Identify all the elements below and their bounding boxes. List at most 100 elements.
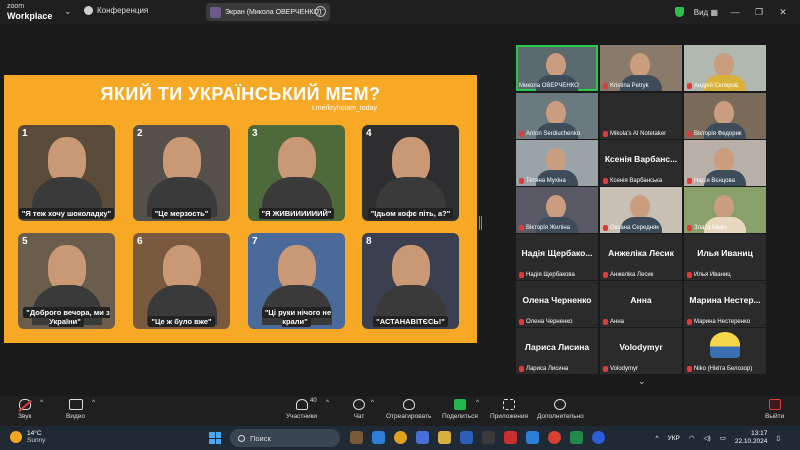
audio-options-caret[interactable]: ^	[40, 399, 43, 406]
minimize-button[interactable]: —	[728, 7, 742, 17]
mic-muted-icon	[519, 272, 524, 278]
taskbar-app-icon[interactable]	[482, 431, 495, 444]
participant-name-row: Надія Щербакова	[519, 272, 575, 278]
apps-button[interactable]: Приложения	[490, 399, 528, 420]
participant-tile[interactable]: Олена Черненко Олена Черненко	[516, 281, 598, 327]
leave-icon	[768, 399, 781, 410]
participant-tile[interactable]: Niko (Нікіта Белозор)	[684, 328, 766, 374]
participant-tile[interactable]: Anton Serdiuchenko	[516, 93, 598, 139]
participant-tile[interactable]: Вікторія Федорик	[684, 93, 766, 139]
splitter-handle[interactable]	[479, 216, 482, 230]
taskbar-app-icon[interactable]	[350, 431, 363, 444]
meeting-info-button[interactable]: Конференция	[84, 6, 148, 15]
participant-tile[interactable]: Вікторія Жиліна	[516, 187, 598, 233]
chat-options-caret[interactable]: ^	[371, 399, 374, 406]
participant-tile[interactable]: Илья Иваниц Илья Иваниц	[684, 234, 766, 280]
meme-caption: "Я ЖИВИИИИИИЙ"	[248, 208, 345, 219]
more-button[interactable]: Дополнительно	[537, 399, 584, 420]
participant-tile[interactable]: Надія Щербако... Надія Щербакова	[516, 234, 598, 280]
leave-button[interactable]: Выйти	[765, 399, 784, 420]
word-icon[interactable]	[460, 431, 473, 444]
meme-number: 1	[22, 128, 28, 139]
weather-widget[interactable]: 14°C Sunny	[10, 430, 45, 444]
notifications-icon[interactable]: ▯	[776, 434, 780, 442]
participant-name: Надія Вєнцова	[694, 178, 735, 184]
screen-share-indicator[interactable]: Экран (Микола ОВЕРЧЕНКО) ⋯	[206, 3, 330, 21]
mic-muted-icon	[687, 178, 692, 184]
close-button[interactable]: ✕	[776, 7, 790, 18]
meeting-toolbar: Звук ^ Видео ^ Участники 40 ^ Чат ^ Отре…	[0, 396, 800, 426]
excel-icon[interactable]	[570, 431, 583, 444]
meme-caption: "Це мерзость"	[133, 208, 230, 219]
audio-label: Звук	[18, 413, 32, 420]
pdf-icon[interactable]	[504, 431, 517, 444]
mic-muted-icon	[687, 225, 692, 231]
participant-tile[interactable]: Mikola's AI Notetaker	[600, 93, 682, 139]
meme-caption: "Це ж було вже"	[133, 316, 230, 327]
react-button[interactable]: Отреагировать	[386, 399, 431, 420]
video-options-caret[interactable]: ^	[92, 399, 95, 406]
view-button[interactable]: Вид ▦	[694, 8, 718, 17]
chrome-icon[interactable]	[548, 431, 561, 444]
video-label: Видео	[66, 413, 85, 420]
taskbar-app-icon[interactable]	[372, 431, 385, 444]
restore-button[interactable]: ❐	[752, 7, 766, 18]
taskbar-search[interactable]: Поиск	[230, 429, 340, 447]
video-button[interactable]: Видео	[66, 399, 85, 420]
tray-expand-icon[interactable]: ^	[656, 435, 659, 442]
meme-caption: "Ці руки нічого не крали"	[248, 307, 345, 327]
chat-button[interactable]: Чат	[353, 399, 365, 420]
meme-card: 7 "Ці руки нічого не крали"	[248, 233, 345, 329]
participant-tile[interactable]: Оксана Середняк	[600, 187, 682, 233]
participant-name: Mikola's AI Notetaker	[610, 131, 667, 137]
presenter-avatar	[210, 6, 221, 18]
participant-display-name: Лариса Лисина	[524, 342, 590, 352]
participant-tile[interactable]: Злата Мініч	[684, 187, 766, 233]
participant-tile[interactable]: Лариса Лисина Лариса Лисина	[516, 328, 598, 374]
participant-tile[interactable]: Марина Нестер... Марина Нестеренко	[684, 281, 766, 327]
participants-options-caret[interactable]: ^	[326, 399, 329, 406]
audio-button[interactable]: Звук	[18, 399, 31, 420]
taskbar-app-icon[interactable]	[416, 431, 429, 444]
meme-caption-text: "Ці руки нічого не крали"	[261, 307, 332, 327]
start-button[interactable]	[209, 432, 221, 444]
more-options-icon[interactable]: ⋯	[315, 6, 326, 17]
participant-display-name: Анжеліка Лесик	[608, 248, 674, 258]
search-placeholder: Поиск	[250, 433, 271, 443]
file-explorer-icon[interactable]	[438, 431, 451, 444]
chevron-down-icon[interactable]: ⌄	[64, 6, 72, 17]
participants-count: 40	[310, 398, 317, 404]
participant-video	[714, 195, 734, 219]
meme-card: 6 "Це ж було вже"	[133, 233, 230, 329]
participant-tile[interactable]: Volodymyr Volodymyr	[600, 328, 682, 374]
participant-tile[interactable]: Ксенія Варбанс... Ксенія Варбанська	[600, 140, 682, 186]
chrome-icon[interactable]	[394, 431, 407, 444]
taskbar-app-icon[interactable]	[526, 431, 539, 444]
zoom-window: zoom Workplace ⌄ Конференция Экран (Мико…	[0, 0, 800, 450]
meeting-title: Конференция	[97, 6, 149, 15]
participant-name-row: Mikola's AI Notetaker	[603, 131, 666, 137]
participant-tile[interactable]: Надія Вєнцова	[684, 140, 766, 186]
meme-card: 8 "АСТАНАВІТЄСЬ!"	[362, 233, 459, 329]
participant-name-row: Надія Вєнцова	[687, 178, 735, 184]
share-options-caret[interactable]: ^	[476, 399, 479, 406]
security-shield-icon[interactable]	[674, 7, 684, 17]
gallery-scroll-down-icon[interactable]: ⌄	[638, 376, 646, 387]
wifi-icon[interactable]: ◠	[689, 434, 695, 442]
participant-tile[interactable]: Андрій Скляров	[684, 45, 766, 91]
mic-muted-icon	[603, 366, 608, 372]
battery-icon[interactable]: ▭	[720, 434, 726, 442]
participant-name: Микола ОВЕРЧЕНКО	[519, 83, 579, 89]
participant-tile[interactable]: Анна Анна	[600, 281, 682, 327]
participant-tile[interactable]: Микола ОВЕРЧЕНКО	[516, 45, 598, 91]
participant-tile[interactable]: Анжеліка Лесик Анжеліка Лесик	[600, 234, 682, 280]
share-screen-button[interactable]: Поделиться	[442, 399, 478, 420]
participant-name-row: Злата Мініч	[687, 225, 726, 231]
language-indicator[interactable]: УКР	[668, 435, 680, 442]
more-label: Дополнительно	[537, 413, 584, 420]
participant-tile[interactable]: Тетяна Мухіна	[516, 140, 598, 186]
zoom-app-icon[interactable]	[592, 431, 605, 444]
participant-tile[interactable]: Kristina Petryk	[600, 45, 682, 91]
clock[interactable]: 13:17 22.10.2024	[735, 430, 768, 446]
speaker-icon[interactable]: ◁)	[704, 434, 711, 442]
